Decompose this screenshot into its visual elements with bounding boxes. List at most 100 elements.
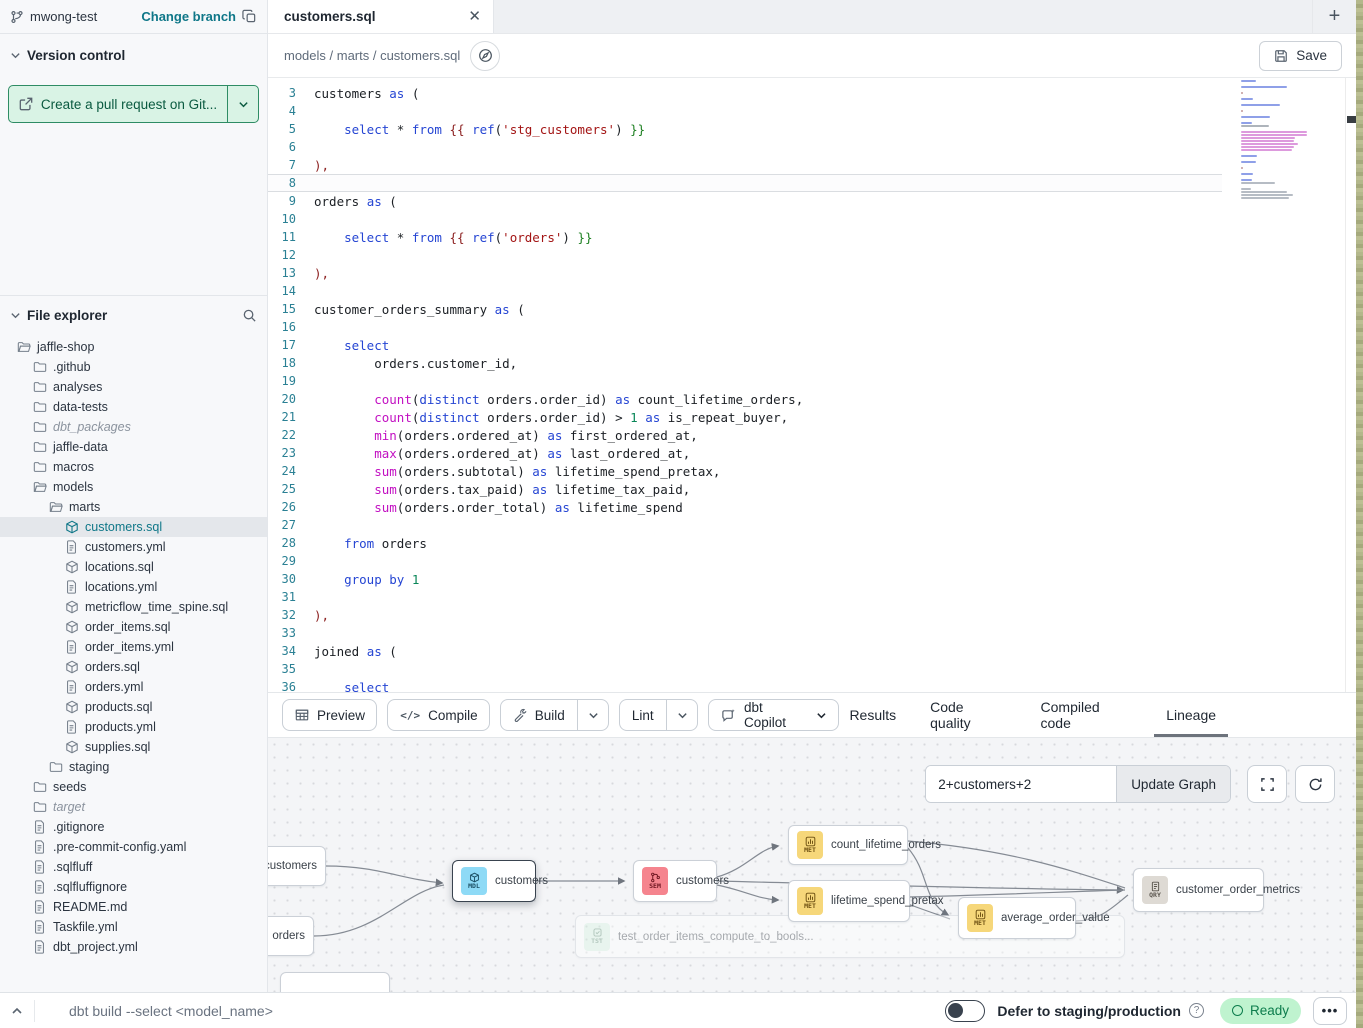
file-explorer-header[interactable]: File explorer [0,308,267,323]
help-icon[interactable]: ? [1189,1003,1204,1018]
code-line-23[interactable]: 23 max(orders.ordered_at) as last_ordere… [268,444,1222,462]
code-line-8[interactable]: 8 [268,174,1222,192]
refresh-button[interactable] [1295,765,1335,803]
file-tree-item-products-yml[interactable]: products.yml [0,717,267,737]
build-dropdown[interactable] [577,700,609,730]
create-pr-button[interactable]: Create a pull request on Git... [8,85,259,123]
code-line-29[interactable]: 29 [268,552,1222,570]
scrollbar-thumb[interactable] [1347,116,1356,123]
chevron-up-icon[interactable] [0,1005,34,1017]
code-line-10[interactable]: 10 [268,210,1222,228]
file-tree-item--gitignore[interactable]: .gitignore [0,817,267,837]
lineage-node-stg-customers[interactable]: stg_customers [268,846,326,886]
file-tree-item-seeds[interactable]: seeds [0,777,267,797]
file-tree-item-products-sql[interactable]: products.sql [0,697,267,717]
pr-button-dropdown[interactable] [228,86,258,122]
code-line-31[interactable]: 31 [268,588,1222,606]
file-tree-item--github[interactable]: .github [0,357,267,377]
copy-icon[interactable] [242,9,257,24]
file-tree-item--sqlfluff[interactable]: .sqlfluff [0,857,267,877]
file-tree-item-jaffle-data[interactable]: jaffle-data [0,437,267,457]
preview-button[interactable]: Preview [282,699,377,731]
file-tree-item-readme-md[interactable]: README.md [0,897,267,917]
file-tree-item-locations-yml[interactable]: locations.yml [0,577,267,597]
version-control-header[interactable]: Version control [8,48,259,63]
file-tree-item-dbt-project-yml[interactable]: dbt_project.yml [0,937,267,957]
file-tree-item-data-tests[interactable]: data-tests [0,397,267,417]
code-line-7[interactable]: 7), [268,156,1222,174]
minimap[interactable] [1237,80,1313,200]
file-tree-item-customers-yml[interactable]: customers.yml [0,537,267,557]
lineage-node-partial[interactable] [280,972,390,992]
code-line-35[interactable]: 35 [268,660,1222,678]
code-line-32[interactable]: 32), [268,606,1222,624]
lint-button[interactable]: Lint [619,699,698,731]
code-line-25[interactable]: 25 sum(orders.tax_paid) as lifetime_tax_… [268,480,1222,498]
file-tree-item--sqlfluffignore[interactable]: .sqlfluffignore [0,877,267,897]
defer-toggle[interactable] [945,1000,985,1022]
file-tree-item-dbt-packages[interactable]: dbt_packages [0,417,267,437]
code-line-12[interactable]: 12 [268,246,1222,264]
lineage-node-orders[interactable]: orders [268,916,314,956]
compass-icon[interactable] [470,41,500,71]
file-tree-item-taskfile-yml[interactable]: Taskfile.yml [0,917,267,937]
file-tree-item-orders-yml[interactable]: orders.yml [0,677,267,697]
lineage-node-average-order-value[interactable]: METaverage_order_value [958,897,1076,939]
code-line-36[interactable]: 36 select [268,678,1222,692]
file-tree-item-locations-sql[interactable]: locations.sql [0,557,267,577]
file-tree-item-models[interactable]: models [0,477,267,497]
code-line-6[interactable]: 6 [268,138,1222,156]
command-input[interactable]: dbt build --select <model_name> [69,1003,273,1019]
save-button[interactable]: Save [1259,41,1342,71]
file-tree-item-staging[interactable]: staging [0,757,267,777]
search-icon[interactable] [242,308,257,323]
file-tree-item-order-items-yml[interactable]: order_items.yml [0,637,267,657]
code-line-9[interactable]: 9orders as ( [268,192,1222,210]
code-line-18[interactable]: 18 orders.customer_id, [268,354,1222,372]
file-tree-item--pre-commit-config-yaml[interactable]: .pre-commit-config.yaml [0,837,267,857]
file-tree-item-marts[interactable]: marts [0,497,267,517]
tab-customers-sql[interactable]: customers.sql ✕ [268,0,494,33]
code-line-28[interactable]: 28 from orders [268,534,1222,552]
tab-compiled-code[interactable]: Compiled code [1041,693,1133,737]
compile-button[interactable]: </> Compile [387,699,490,731]
code-line-30[interactable]: 30 group by 1 [268,570,1222,588]
code-line-17[interactable]: 17 select [268,336,1222,354]
code-line-3[interactable]: 3customers as ( [268,84,1222,102]
file-tree-item-order-items-sql[interactable]: order_items.sql [0,617,267,637]
file-tree-item-analyses[interactable]: analyses [0,377,267,397]
file-tree-item-target[interactable]: target [0,797,267,817]
code-line-4[interactable]: 4 [268,102,1222,120]
lint-dropdown[interactable] [666,700,698,730]
tab-lineage[interactable]: Lineage [1166,693,1216,737]
file-tree-item-jaffle-shop[interactable]: jaffle-shop [0,337,267,357]
lineage-panel[interactable]: stg_customersordersTSTtest_order_items_c… [268,738,1356,992]
lineage-node-customers[interactable]: MDLcustomers [452,860,536,902]
tab-code-quality[interactable]: Code quality [930,693,1006,737]
code-line-19[interactable]: 19 [268,372,1222,390]
code-editor[interactable]: 3customers as (45 select * from {{ ref('… [268,78,1356,692]
file-tree-item-macros[interactable]: macros [0,457,267,477]
code-line-26[interactable]: 26 sum(orders.order_total) as lifetime_s… [268,498,1222,516]
new-tab-button[interactable]: + [1312,0,1356,33]
code-line-11[interactable]: 11 select * from {{ ref('orders') }} [268,228,1222,246]
tab-results[interactable]: Results [849,693,896,737]
code-line-13[interactable]: 13), [268,264,1222,282]
code-line-15[interactable]: 15customer_orders_summary as ( [268,300,1222,318]
code-line-22[interactable]: 22 min(orders.ordered_at) as first_order… [268,426,1222,444]
more-options-button[interactable]: ••• [1313,997,1347,1025]
code-line-34[interactable]: 34joined as ( [268,642,1222,660]
change-branch-link[interactable]: Change branch [141,9,236,24]
fullscreen-button[interactable] [1247,765,1287,803]
build-button[interactable]: Build [500,699,609,731]
code-line-16[interactable]: 16 [268,318,1222,336]
code-line-20[interactable]: 20 count(distinct orders.order_id) as co… [268,390,1222,408]
code-line-21[interactable]: 21 count(distinct orders.order_id) > 1 a… [268,408,1222,426]
lineage-node-customer-order-metrics[interactable]: QRYcustomer_order_metrics [1133,868,1264,912]
dbt-copilot-button[interactable]: dbt Copilot [708,699,839,731]
editor-scrollbar[interactable] [1345,78,1356,692]
close-icon[interactable]: ✕ [468,9,481,24]
file-tree-item-orders-sql[interactable]: orders.sql [0,657,267,677]
lineage-node-lifetime-spend-pretax[interactable]: METlifetime_spend_pretax [788,880,910,922]
update-graph-button[interactable]: Update Graph [1116,766,1230,802]
